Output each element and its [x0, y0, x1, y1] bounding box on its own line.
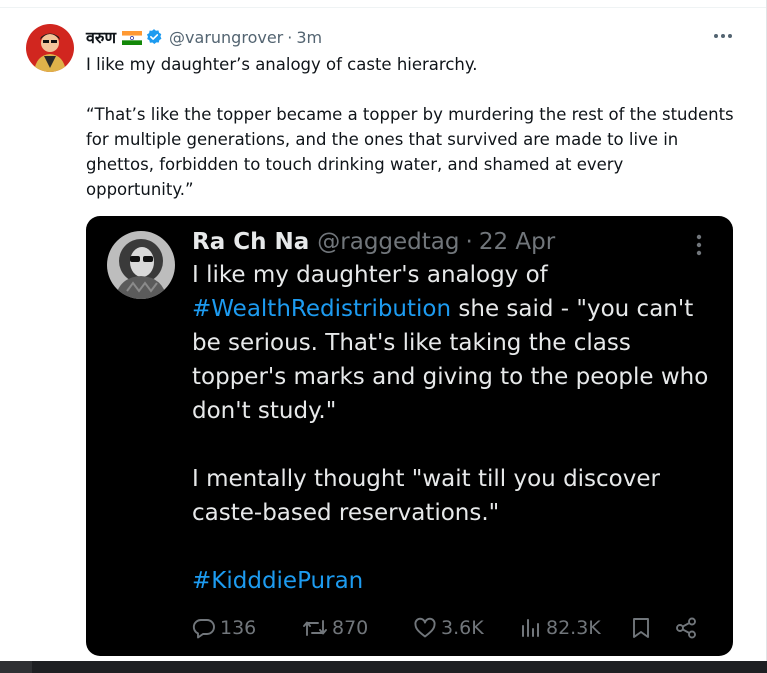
repost-button[interactable]: 870 — [302, 614, 368, 642]
header-separator: · — [287, 27, 293, 47]
taskbar-strip — [0, 661, 767, 673]
reply-icon — [192, 616, 216, 640]
share-button[interactable] — [674, 614, 698, 642]
quoted-paragraph: I mentally thought "wait till you discov… — [192, 466, 660, 526]
reply-count: 136 — [220, 617, 257, 639]
quoted-tweet-text: I like my daughter's analogy of #WealthRe… — [192, 258, 712, 598]
tweet-paragraph: I like my daughter’s analogy of caste hi… — [86, 55, 478, 74]
bookmark-button[interactable] — [630, 614, 652, 642]
top-divider — [0, 7, 767, 8]
tweet-text: I like my daughter’s analogy of caste hi… — [86, 52, 736, 202]
quoted-tweet-card[interactable]: Ra Ch Na @raggedtag · 22 Apr I like my d… — [86, 216, 733, 656]
like-button[interactable]: 3.6K — [413, 614, 484, 642]
author-avatar[interactable] — [26, 24, 74, 72]
flag-india-icon — [122, 30, 143, 45]
quoted-header-separator: · — [465, 229, 473, 255]
views-button[interactable]: 82.3K — [520, 614, 601, 642]
quoted-author-avatar[interactable] — [107, 231, 175, 299]
repost-icon — [302, 616, 328, 640]
quoted-author-name[interactable]: Ra Ch Na — [192, 229, 309, 255]
quoted-paragraph: #KidddiePuran — [192, 564, 712, 598]
more-options-icon[interactable] — [708, 27, 738, 45]
hashtag-link[interactable]: #KidddiePuran — [192, 568, 363, 594]
tweet-paragraph: “That’s like the topper became a topper … — [86, 105, 739, 199]
repost-count: 870 — [332, 617, 369, 639]
quoted-author-handle[interactable]: @raggedtag — [317, 229, 459, 255]
tweet-header: वरुण @varungrover · 3m — [86, 26, 322, 48]
reply-button[interactable]: 136 — [192, 614, 256, 642]
tweet-timestamp[interactable]: 3m — [296, 28, 322, 47]
author-handle[interactable]: @varungrover — [169, 28, 283, 47]
quoted-tweet-timestamp[interactable]: 22 Apr — [479, 229, 555, 255]
quoted-text-segment: I like my daughter's analogy of — [192, 262, 548, 288]
verified-badge-icon — [145, 28, 163, 46]
hashtag-link[interactable]: #WealthRedistribution — [192, 296, 451, 322]
share-icon — [674, 616, 698, 640]
quoted-action-bar: 136 870 3.6K 82.3K — [192, 614, 712, 642]
quoted-paragraph: I like my daughter's analogy of #WealthRe… — [192, 258, 712, 428]
quoted-more-options-icon[interactable] — [687, 233, 711, 257]
bookmark-icon — [630, 616, 652, 640]
views-count: 82.3K — [546, 617, 601, 639]
taskbar-corner — [0, 661, 32, 673]
views-icon — [520, 616, 542, 640]
quoted-tweet-header: Ra Ch Na @raggedtag · 22 Apr — [192, 226, 555, 258]
author-name[interactable]: वरुण — [86, 26, 116, 48]
like-count: 3.6K — [441, 617, 484, 639]
like-icon — [413, 616, 437, 640]
